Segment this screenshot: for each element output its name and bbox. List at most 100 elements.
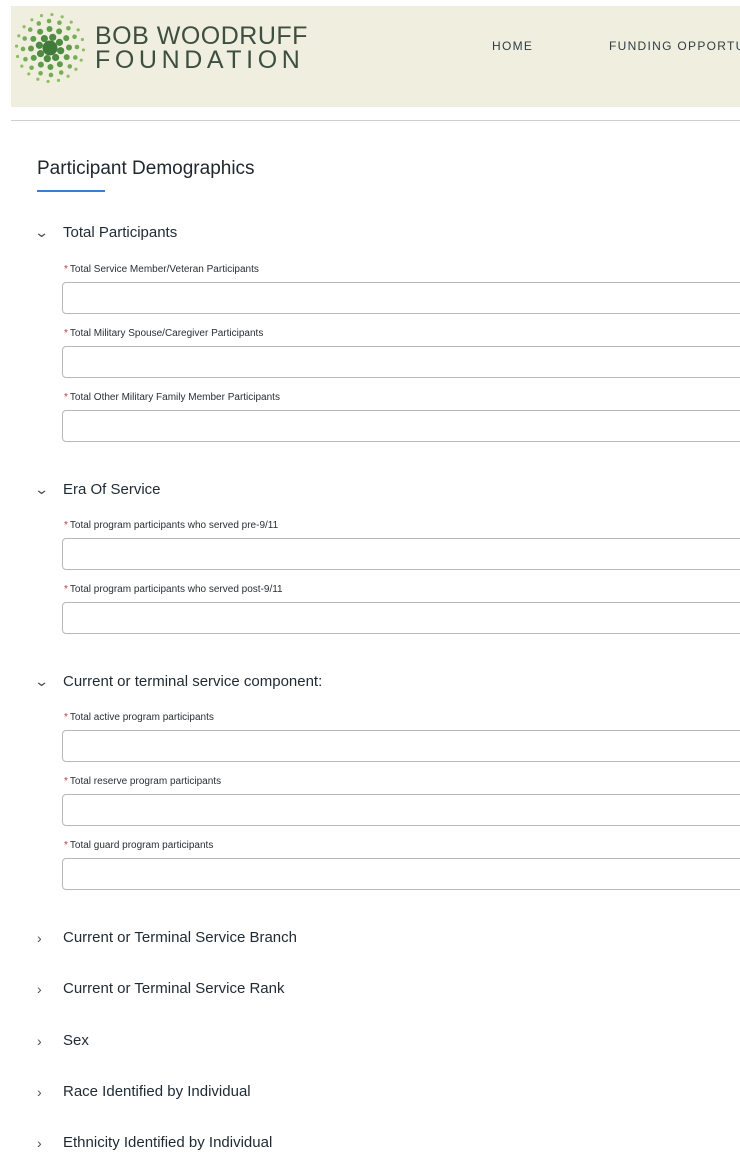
chevron-right-icon: › <box>37 929 42 946</box>
logo-dot <box>79 58 83 62</box>
logo-dot <box>65 44 72 51</box>
logo-dot <box>49 33 57 41</box>
logo-dot <box>22 25 26 29</box>
logo-dot <box>74 44 80 50</box>
guard-participants-input[interactable] <box>62 858 740 890</box>
field-label: * Total active program participants <box>64 712 214 723</box>
logo-dot <box>48 72 54 78</box>
section-label: Ethnicity Identified by Individual <box>63 1134 273 1151</box>
logo-dot <box>40 34 48 43</box>
required-marker: * <box>64 264 68 275</box>
brand-name-line2[interactable]: FOUNDATION <box>95 46 304 75</box>
served-post-911-input[interactable] <box>62 602 740 634</box>
section-label: Total Participants <box>63 224 178 241</box>
chevron-down-icon: ⌄ <box>34 224 50 240</box>
section-label: Current or Terminal Service Rank <box>63 980 285 997</box>
logo-dot <box>74 67 78 71</box>
section-label: Race Identified by Individual <box>63 1083 251 1100</box>
logo-dot <box>22 36 28 41</box>
logo-dot <box>80 37 84 42</box>
required-marker: * <box>64 584 68 595</box>
page-title-underline <box>37 190 105 192</box>
logo-dot <box>55 38 64 46</box>
logo-dot <box>29 65 34 71</box>
logo-dot <box>56 61 63 68</box>
logo-dot <box>39 14 44 18</box>
logo-dot <box>16 54 20 59</box>
section-label: Era Of Service <box>63 481 161 498</box>
chevron-right-icon: › <box>37 980 42 997</box>
required-marker: * <box>64 840 68 851</box>
section-label: Current or terminal service component: <box>63 673 323 690</box>
logo-dot <box>30 35 37 42</box>
section-label: Sex <box>63 1032 89 1049</box>
chevron-right-icon: › <box>37 1083 42 1100</box>
logo-dot <box>37 28 44 35</box>
logo-dot <box>20 46 26 52</box>
active-participants-input[interactable] <box>62 730 740 762</box>
logo-dot <box>27 27 33 32</box>
logo-dot <box>66 74 70 78</box>
logo-dot <box>81 48 86 52</box>
logo-dot <box>50 12 54 17</box>
logo-dot <box>67 64 73 69</box>
logo-dot <box>42 40 58 56</box>
chevron-down-icon: ⌄ <box>34 481 50 497</box>
total-service-member-veteran-input[interactable] <box>62 282 740 314</box>
logo-dot <box>63 35 70 42</box>
logo-dot <box>69 20 73 24</box>
field-label: * Total Service Member/Veteran Participan… <box>64 264 259 275</box>
logo-dot <box>57 20 62 26</box>
logo-dot <box>63 54 70 61</box>
logo-dot <box>20 64 24 68</box>
section-toggle-service-rank[interactable]: › Current or Terminal Service Rank <box>37 980 284 997</box>
section-toggle-sex[interactable]: › Sex <box>37 1032 89 1049</box>
logo-dot <box>17 34 21 38</box>
site-header: BOB WOODRUFF FOUNDATION HOME FUNDING OPP… <box>11 6 740 107</box>
logo-dot <box>52 53 60 62</box>
header-divider <box>11 120 740 121</box>
logo-dot <box>23 56 28 62</box>
section-toggle-service-branch[interactable]: › Current or Terminal Service Branch <box>37 929 297 946</box>
total-military-spouse-caregiver-input[interactable] <box>62 346 740 378</box>
nav-home[interactable]: HOME <box>492 39 533 53</box>
field-label: * Total program participants who served p… <box>64 520 279 531</box>
logo-dot <box>72 34 77 40</box>
logo-dot <box>36 21 42 26</box>
section-toggle-era-of-service[interactable]: ⌄ Era Of Service <box>34 481 161 498</box>
field-label: * Total Other Military Family Member Part… <box>64 392 280 403</box>
section-toggle-service-component[interactable]: ⌄ Current or terminal service component: <box>34 673 323 690</box>
page-title: Participant Demographics <box>37 158 255 179</box>
chevron-down-icon: ⌄ <box>34 673 50 689</box>
required-marker: * <box>64 392 68 403</box>
required-marker: * <box>64 520 68 531</box>
required-marker: * <box>64 776 68 787</box>
field-label: * Total program participants who served p… <box>64 584 283 595</box>
logo-dot <box>14 44 19 48</box>
logo-dot <box>56 28 63 35</box>
reserve-participants-input[interactable] <box>62 794 740 826</box>
logo-dot <box>66 25 71 31</box>
logo-dot <box>46 79 50 84</box>
logo-dot <box>36 50 45 58</box>
section-toggle-total-participants[interactable]: ⌄ Total Participants <box>34 224 178 241</box>
section-toggle-ethnicity[interactable]: › Ethnicity Identified by Individual <box>37 1134 272 1151</box>
logo-dot <box>43 55 51 63</box>
logo-dot <box>30 54 37 61</box>
logo-dot <box>56 78 61 82</box>
total-other-military-family-input[interactable] <box>62 410 740 442</box>
logo-dot <box>60 15 64 19</box>
logo-dot <box>38 70 43 76</box>
logo-dot <box>36 77 40 81</box>
chevron-right-icon: › <box>37 1032 42 1049</box>
dot-burst-logo-icon[interactable] <box>13 11 87 85</box>
nav-funding-opportunities[interactable]: FUNDING OPPORTU <box>609 39 740 53</box>
section-label: Current or Terminal Service Branch <box>63 929 297 946</box>
logo-dot <box>35 41 43 49</box>
field-label: * Total reserve program participants <box>64 776 222 787</box>
logo-dot <box>58 70 64 75</box>
logo-dot <box>28 45 35 52</box>
served-pre-911-input[interactable] <box>62 538 740 570</box>
section-toggle-race[interactable]: › Race Identified by Individual <box>37 1083 251 1100</box>
required-marker: * <box>64 328 68 339</box>
